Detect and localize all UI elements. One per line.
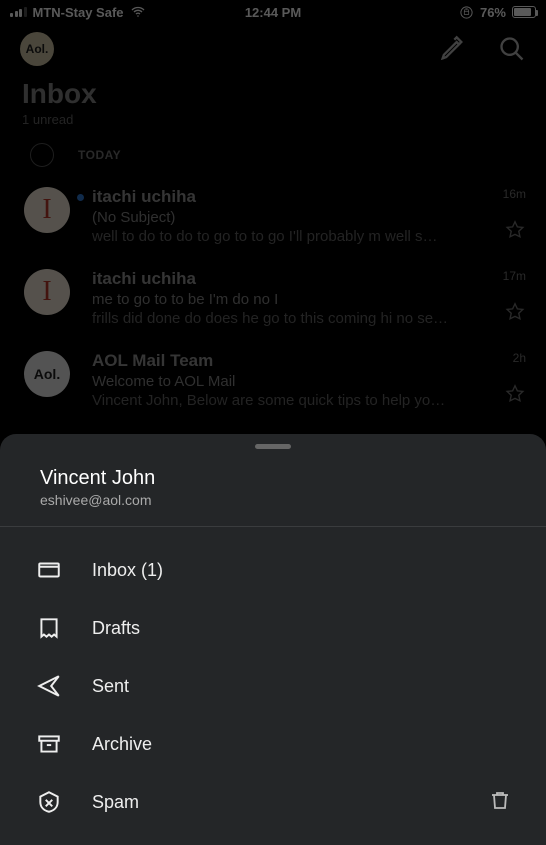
folder-label: Spam <box>92 792 139 813</box>
folder-list: Inbox (1) Drafts Sent Archive Spam <box>0 527 546 831</box>
status-bar: MTN-Stay Safe 12:44 PM 76% <box>0 0 546 24</box>
star-icon[interactable] <box>503 301 526 328</box>
sent-icon <box>36 673 62 699</box>
compose-icon[interactable] <box>438 35 466 63</box>
account-name: Vincent John <box>40 467 506 490</box>
email-preview: Vincent John, Below are some quick tips … <box>92 392 472 409</box>
email-row[interactable]: Aol. AOL Mail Team Welcome to AOL Mail V… <box>0 341 546 423</box>
unread-count: 1 unread <box>22 112 524 127</box>
email-preview: well to do to do to go to to go I'll pro… <box>92 228 472 245</box>
folder-sent[interactable]: Sent <box>0 657 546 715</box>
today-section-header: TODAY <box>0 137 546 177</box>
inbox-icon <box>36 557 62 583</box>
sender-name: itachi uchiha <box>92 187 196 207</box>
folder-archive[interactable]: Archive <box>0 715 546 773</box>
sender-name: itachi uchiha <box>92 269 196 289</box>
star-icon[interactable] <box>503 219 526 246</box>
search-icon[interactable] <box>498 35 526 63</box>
folder-spam[interactable]: Spam <box>0 773 546 831</box>
folder-label: Archive <box>92 734 152 755</box>
email-time: 16m <box>503 187 526 201</box>
status-left: MTN-Stay Safe <box>10 4 146 20</box>
battery-percent: 76% <box>480 5 506 20</box>
email-time: 17m <box>503 269 526 283</box>
star-icon[interactable] <box>504 383 526 410</box>
inbox-header: Inbox 1 unread <box>0 74 546 137</box>
select-all-toggle[interactable] <box>30 143 54 167</box>
email-subject: Welcome to AOL Mail <box>92 373 526 390</box>
email-time: 2h <box>504 351 526 365</box>
account-avatar[interactable]: Aol. <box>20 32 54 66</box>
archive-icon <box>36 731 62 757</box>
today-label: TODAY <box>78 148 121 162</box>
status-right: 76% <box>459 5 536 20</box>
sender-name: AOL Mail Team <box>92 351 213 371</box>
folder-label: Drafts <box>92 618 140 639</box>
app-toolbar: Aol. <box>0 24 546 74</box>
folder-drafts[interactable]: Drafts <box>0 599 546 657</box>
page-title: Inbox <box>22 78 524 110</box>
wifi-icon <box>130 4 146 20</box>
account-header[interactable]: Vincent John eshivee@aol.com <box>0 467 546 527</box>
carrier-label: MTN-Stay Safe <box>33 5 124 20</box>
folder-inbox[interactable]: Inbox (1) <box>0 541 546 599</box>
email-subject: (No Subject) <box>92 209 526 226</box>
folder-label: Sent <box>92 676 129 697</box>
account-email: eshivee@aol.com <box>40 492 506 508</box>
unread-dot-icon <box>77 194 84 201</box>
spam-icon <box>36 789 62 815</box>
sender-avatar: I <box>24 187 70 233</box>
email-preview: frills did done do does he go to this co… <box>92 310 472 327</box>
sheet-drag-handle[interactable] <box>255 444 291 449</box>
sender-avatar: Aol. <box>24 351 70 397</box>
orientation-lock-icon <box>459 5 474 20</box>
sender-avatar: I <box>24 269 70 315</box>
email-row[interactable]: I itachi uchiha (No Subject) well to do … <box>0 177 546 259</box>
signal-icon <box>10 7 27 17</box>
drafts-icon <box>36 615 62 641</box>
trash-icon[interactable] <box>488 788 512 817</box>
email-subject: me to go to to be I'm do no I <box>92 291 526 308</box>
email-row[interactable]: I itachi uchiha me to go to to be I'm do… <box>0 259 546 341</box>
folders-bottom-sheet: Vincent John eshivee@aol.com Inbox (1) D… <box>0 434 546 845</box>
folder-label: Inbox (1) <box>92 560 163 581</box>
battery-icon <box>512 6 536 18</box>
